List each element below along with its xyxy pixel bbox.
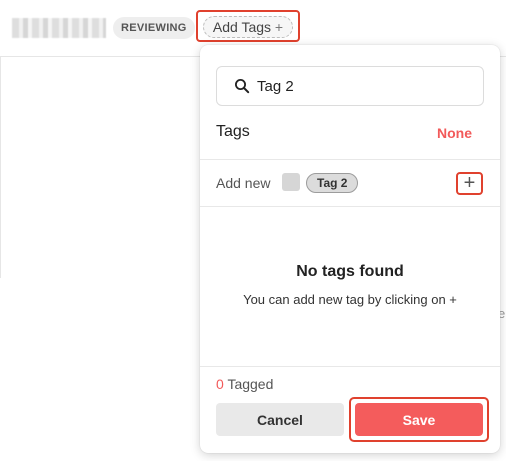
- tags-popover: Tags None Add new Tag 2 + No tags found …: [200, 45, 500, 453]
- select-none-link[interactable]: None: [437, 125, 472, 141]
- search-input[interactable]: [257, 76, 467, 96]
- add-tags-button[interactable]: Add Tags +: [203, 16, 293, 38]
- tags-heading: Tags: [216, 123, 250, 140]
- empty-state-text: You can add new tag by clicking on +: [243, 292, 457, 307]
- search-icon: [235, 79, 250, 94]
- plus-icon: +: [274, 19, 284, 35]
- add-tags-label: Add Tags: [212, 19, 272, 35]
- panel-divider: [0, 56, 1, 278]
- tagged-count: 0 Tagged: [216, 376, 273, 392]
- tagged-count-label: Tagged: [227, 376, 274, 392]
- plus-icon: +: [463, 172, 476, 194]
- save-button[interactable]: Save: [355, 403, 483, 436]
- add-new-label: Add new: [216, 175, 271, 191]
- tagged-count-number: 0: [216, 376, 224, 392]
- divider: [200, 366, 500, 367]
- cancel-button[interactable]: Cancel: [216, 403, 344, 436]
- status-badge: REVIEWING: [113, 17, 195, 39]
- divider: [200, 206, 500, 207]
- blurred-record-name: [12, 18, 106, 38]
- divider: [200, 159, 500, 160]
- empty-state-title: No tags found: [296, 263, 404, 280]
- add-tag-button[interactable]: +: [458, 172, 481, 194]
- search-field[interactable]: [216, 66, 484, 106]
- tag-color-swatch[interactable]: [282, 173, 300, 191]
- new-tag-chip: Tag 2: [306, 173, 359, 193]
